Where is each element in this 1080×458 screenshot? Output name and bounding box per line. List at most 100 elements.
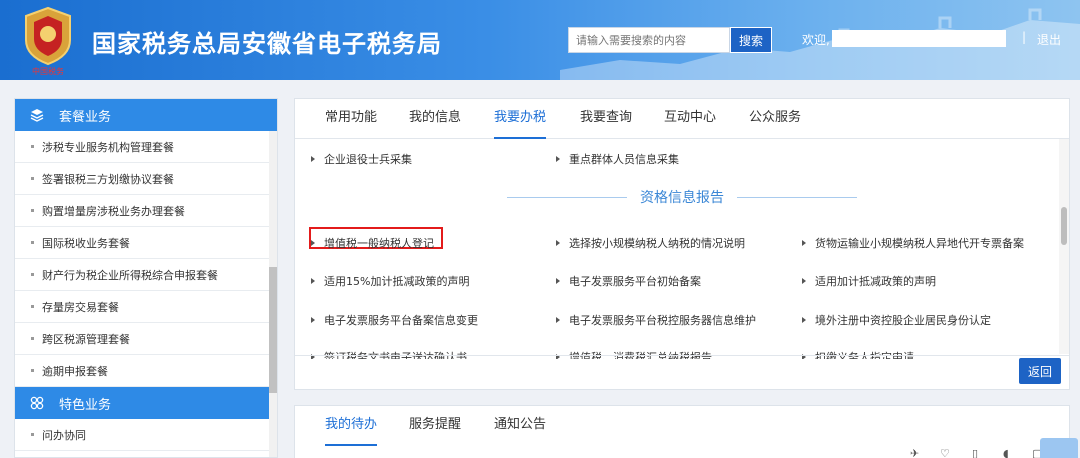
tab-tax-handling[interactable]: 我要办税 [494, 99, 547, 139]
search-input[interactable] [568, 27, 730, 53]
sidebar-section-package[interactable]: 套餐业务 [15, 99, 277, 131]
sidebar-item[interactable]: 逾期申报套餐 [15, 355, 271, 387]
welcome-label: 欢迎, [802, 33, 830, 47]
audio-icon[interactable]: ◖ [1003, 447, 1009, 458]
sidebar-section-special[interactable]: 特色业务 [15, 387, 277, 419]
username-field [832, 30, 1006, 47]
link-label: 境外注册中资控股企业居民身份认定 [815, 314, 991, 327]
heart-icon[interactable]: ♡ [940, 447, 950, 458]
link-item[interactable]: 选择按小规模纳税人纳税的情况说明 [556, 235, 745, 251]
back-button[interactable]: 返回 [1019, 358, 1061, 384]
sidebar-item-label: 逾期申报套餐 [42, 364, 108, 378]
sidebar-item[interactable]: 购置增量房涉税业务办理套餐 [15, 195, 271, 227]
tab-my-todo[interactable]: 我的待办 [325, 406, 378, 446]
clover-icon [29, 395, 45, 411]
link-label: 扣缴义务人指定申请 [815, 351, 914, 364]
bullet-icon [31, 177, 34, 180]
sidebar-item[interactable]: 签署银税三方划缴协议套餐 [15, 163, 271, 195]
link-label: 电子发票服务平台备案信息变更 [324, 314, 478, 327]
tab-service-reminder[interactable]: 服务提醒 [409, 406, 461, 446]
sidebar-item[interactable]: 跨区税源管理套餐 [15, 323, 271, 355]
tab-interaction[interactable]: 互动中心 [664, 99, 716, 139]
todo-panel: 我的待办 服务提醒 通知公告 [294, 405, 1070, 458]
bullet-icon [31, 145, 34, 148]
link-label: 电子发票服务平台税控服务器信息维护 [569, 314, 756, 327]
sidebar-item[interactable]: 涉税专业服务机构管理套餐 [15, 131, 271, 163]
tab-query[interactable]: 我要查询 [580, 99, 632, 139]
tax-emblem-icon: 中国税务 [25, 6, 71, 76]
main-panel: 常用功能 我的信息 我要办税 我要查询 互动中心 公众服务 企业退役士兵采集 重… [294, 98, 1070, 390]
caret-right-icon [802, 240, 806, 246]
tab-common[interactable]: 常用功能 [325, 99, 377, 139]
bullet-icon [31, 241, 34, 244]
link-item[interactable]: 电子发票服务平台初始备案 [556, 273, 701, 289]
search-button[interactable]: 搜索 [730, 27, 772, 53]
link-item[interactable]: 适用加计抵减政策的声明 [802, 273, 936, 289]
panel-scrollbar[interactable] [1059, 139, 1069, 354]
site-title: 国家税务总局安徽省电子税务局 [92, 30, 442, 58]
sidebar-item-label: 问办协同 [42, 428, 86, 442]
bullet-icon [31, 273, 34, 276]
bullet-icon [31, 209, 34, 212]
sidebar-item[interactable]: 存量房交易套餐 [15, 291, 271, 323]
tab-public-service[interactable]: 公众服务 [749, 99, 801, 139]
link-item[interactable]: 签订税务文书电子送达确认书 [311, 349, 467, 364]
bullet-icon [31, 433, 34, 436]
tab-notice[interactable]: 通知公告 [494, 406, 546, 446]
header-bar: 中国税务 国家税务总局安徽省电子税务局 搜索 欢迎, | 退出 [0, 0, 1080, 80]
sidebar-section-title: 特色业务 [59, 397, 112, 413]
caret-right-icon [311, 317, 315, 323]
link-label: 签订税务文书电子送达确认书 [324, 351, 467, 364]
link-label: 重点群体人员信息采集 [569, 153, 679, 166]
link-item[interactable]: 企业退役士兵采集 [311, 151, 412, 167]
sidebar-scroll-thumb[interactable] [269, 267, 277, 393]
logout-link[interactable]: 退出 [1037, 31, 1061, 48]
link-item[interactable]: 境外注册中资控股企业居民身份认定 [802, 312, 991, 328]
rocket-icon[interactable]: ✈ [910, 447, 919, 458]
link-label: 货物运输业小规模纳税人异地代开专票备案 [815, 237, 1024, 250]
link-item[interactable]: 重点群体人员信息采集 [556, 151, 679, 167]
float-button[interactable] [1040, 438, 1078, 458]
caret-right-icon [311, 278, 315, 284]
bullet-icon [31, 337, 34, 340]
panel-scroll-thumb[interactable] [1061, 207, 1067, 245]
link-item[interactable]: 电子发票服务平台备案信息变更 [311, 312, 478, 328]
link-item[interactable]: 增值税一般纳税人登记 [311, 235, 434, 251]
svg-text:中国税务: 中国税务 [32, 66, 64, 76]
link-item[interactable]: 货物运输业小规模纳税人异地代开专票备案 [802, 235, 1024, 251]
panel-divider [295, 355, 1069, 356]
link-item[interactable]: 适用15%加计抵减政策的声明 [311, 273, 469, 289]
link-label: 电子发票服务平台初始备案 [569, 275, 701, 288]
link-label: 适用15%加计抵减政策的声明 [324, 275, 470, 288]
layers-icon [29, 107, 45, 123]
link-item[interactable]: 增值税、消费税汇总纳税报告 [556, 349, 712, 364]
link-item[interactable]: 扣缴义务人指定申请 [802, 349, 914, 364]
link-label: 选择按小规模纳税人纳税的情况说明 [569, 237, 745, 250]
bullet-icon [31, 369, 34, 372]
header-separator: | [1022, 30, 1027, 44]
sidebar-item-label: 国际税收业务套餐 [42, 236, 130, 250]
bullet-icon [31, 305, 34, 308]
sidebar-item-label: 签署银税三方划缴协议套餐 [42, 172, 174, 186]
link-item[interactable]: 电子发票服务平台税控服务器信息维护 [556, 312, 756, 328]
section-title: 资格信息报告 [640, 190, 724, 206]
sidebar-item-label: 存量房交易套餐 [42, 300, 119, 314]
caret-right-icon [802, 317, 806, 323]
sidebar-item[interactable]: 国际税收业务套餐 [15, 227, 271, 259]
link-label: 增值税、消费税汇总纳税报告 [569, 351, 712, 364]
caret-right-icon [556, 240, 560, 246]
caret-right-icon [311, 240, 315, 246]
link-label: 适用加计抵减政策的声明 [815, 275, 936, 288]
caret-right-icon [311, 156, 315, 162]
sidebar-item-label: 跨区税源管理套餐 [42, 332, 130, 346]
sidebar-item-label: 财产行为税企业所得税综合申报套餐 [42, 268, 218, 282]
caret-right-icon [556, 317, 560, 323]
sidebar-item[interactable]: 财产行为税企业所得税综合申报套餐 [15, 259, 271, 291]
trash-icon[interactable]: ▯ [972, 447, 978, 458]
caret-right-icon [556, 156, 560, 162]
sidebar-section-title: 套餐业务 [59, 109, 112, 125]
sidebar-item[interactable]: 问办协同 [15, 419, 271, 451]
tab-my-info[interactable]: 我的信息 [409, 99, 461, 139]
sidebar-item-label: 购置增量房涉税业务办理套餐 [42, 204, 185, 218]
section-divider-right [737, 197, 857, 198]
